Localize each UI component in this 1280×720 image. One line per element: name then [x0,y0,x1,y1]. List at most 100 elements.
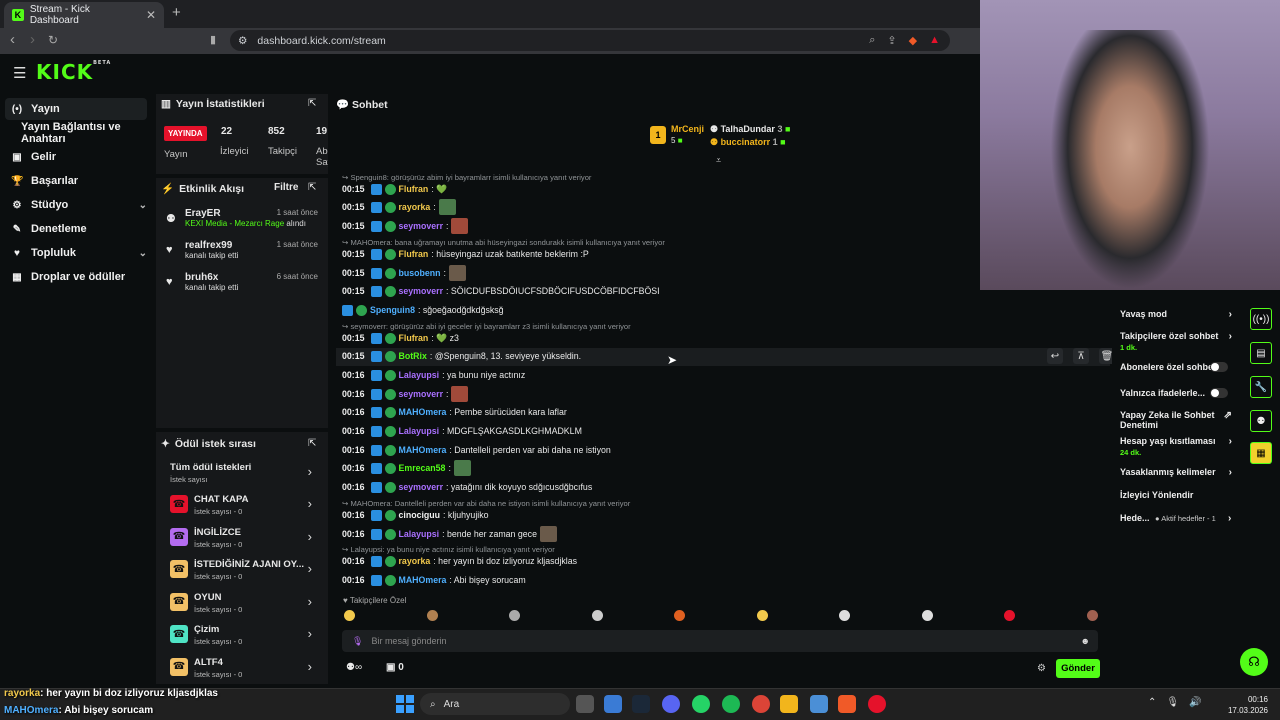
chat-message[interactable]: 00:16 MAHOmera: Dantelleli perden var abi… [342,443,611,457]
chat-username[interactable]: Spenguin8 [370,305,415,315]
chat-message[interactable]: 00:15 busobenn: [342,265,466,281]
chat-message[interactable]: 00:15 Flufran: 💚 [342,182,447,196]
chat-username[interactable]: MAHOmera [399,407,447,417]
reward-item[interactable]: ☎ CHAT KAPA İstek sayısı - 0 › [160,492,326,522]
chat-username[interactable]: Lalayupsi [399,426,440,436]
chat-username[interactable]: seymoverr [399,286,444,296]
share-icon[interactable]: ⇪ [887,34,896,47]
brave-icon[interactable] [838,695,856,713]
chat-setting-item[interactable]: Takipçilere özel sohbet 1 dk. › [1120,331,1232,352]
chat-username[interactable]: Flufran [399,333,429,343]
quick-emote-icon[interactable] [921,610,933,621]
brave-rewards-icon[interactable]: ▲ [929,34,940,47]
all-rewards-item[interactable]: Tüm ödül istekleri İstek sayısı › [160,460,326,490]
close-tab-icon[interactable]: ✕ [146,8,156,22]
chat-message[interactable]: 00:16 seymoverr: yatağını dik koyuyo sdğı… [342,480,592,494]
broadcast-tool-icon[interactable]: ((•)) [1250,308,1272,330]
reward-item[interactable]: ☎ İSTEDİĞİNİZ AJANI OY... İstek sayısı - 0… [160,557,326,587]
chat-message[interactable]: 00:16 Lalayupsi: ya bunu niye actınız [342,368,525,382]
mic-icon[interactable]: 🎙 [352,636,363,647]
zoom-icon[interactable]: ⌕ [869,34,875,47]
chat-message[interactable]: Spenguin8: sğoeğaodğdkdğsksğ [342,303,504,317]
forward-icon[interactable]: › [30,31,35,48]
app-icon[interactable] [810,695,828,713]
sidebar-item-topluluk[interactable]: ♥ Topluluk ⌄ [5,242,147,264]
chat-setting-item[interactable]: Yavaş mod › [1120,309,1232,320]
quick-emote-icon[interactable] [509,610,520,621]
windows-start-icon[interactable] [396,695,414,713]
chat-username[interactable]: Emrecan58 [399,463,446,473]
chat-message[interactable]: 00:15 rayorka: [342,199,456,215]
chat-setting-item[interactable]: Abonelere özel sohbet [1120,362,1232,372]
chat-message-input[interactable]: 🎙 Bir mesaj gönderin ☻ [342,630,1098,652]
taskbar-search[interactable]: ⌕ Ara [420,693,570,715]
toggle-switch[interactable] [1210,362,1228,372]
chat-message[interactable]: 00:16 rayorka: her yayın bi doz izliyoruz… [342,554,577,568]
emoji-picker-icon[interactable]: ☻ [1081,636,1090,646]
chat-message[interactable]: 00:16 seymoverr: [342,386,469,402]
popout-icon[interactable]: ⇱ [308,98,316,109]
users-tool-icon[interactable]: ⚉ [1250,410,1272,432]
chat-username[interactable]: busobenn [399,268,441,278]
mic-tray-icon[interactable]: 🎙 [1166,697,1179,708]
chat-message[interactable]: 00:15 Flufran: hüseyingazi uzak batıkente… [342,247,589,261]
chat-message[interactable]: 00:16 Lalayupsi: bende her zaman gece [342,526,557,542]
site-info-icon[interactable]: ⚙ [238,35,247,47]
chat-message[interactable]: 00:16 MAHOmera: Abi bişey sorucam [342,573,526,587]
chat-setting-item[interactable]: Yasaklanmış kelimeler › [1120,467,1232,478]
recording-app-icon[interactable] [868,695,886,713]
chat-username[interactable]: seymoverr [399,221,444,231]
sidebar-item-denetleme[interactable]: ✎ Denetleme [5,218,147,240]
steam-icon[interactable] [632,695,650,713]
taskbar-clock[interactable]: 00:16 17.03.2026 [1212,694,1268,716]
chat-message[interactable]: 00:15 seymoverr: [342,218,469,234]
clapper-tool-icon[interactable]: ▦ [1250,442,1272,464]
toggle-switch[interactable] [1210,388,1228,398]
task-view-icon[interactable] [576,695,594,713]
reward-item[interactable]: ☎ OYUN İstek sayısı - 0 › [160,590,326,620]
chat-username[interactable]: BotRix [399,351,427,361]
quick-emote-icon[interactable] [1086,610,1098,621]
whatsapp-icon[interactable] [692,695,710,713]
hamburger-menu-icon[interactable]: ☰ [13,64,26,82]
chat-setting-item[interactable]: Hesap yaşı kısıtlaması 24 dk. › [1120,436,1232,457]
chat-setting-item[interactable]: Hede...› [1120,513,1231,524]
sidebar-item-gelir[interactable]: ▣ Gelir [5,146,147,168]
chat-username[interactable]: Flufran [399,249,429,259]
scroll-down-icon[interactable]: ⩡ [716,155,721,166]
url-field[interactable]: ⚙ dashboard.kick.com/stream ⌕ ⇪ ◆ ▲ [230,30,950,51]
quick-emote-icon[interactable] [426,610,438,621]
send-button[interactable]: Gönder [1056,659,1100,678]
popout-icon[interactable]: ⇱ [308,182,316,193]
chat-setting-item[interactable]: Yalnızca ifadelerle... [1120,388,1232,398]
chat-settings-icon[interactable]: ⚙ [1037,663,1046,674]
chat-message[interactable]: 00:16 cinociguu: kljuhyujiko [342,508,489,522]
wrench-tool-icon[interactable]: 🔧 [1250,376,1272,398]
chat-message[interactable]: 00:15 BotRix: @Spenguin8, 13. seviyeye yü… [342,349,581,363]
quick-emote-icon[interactable] [756,610,768,621]
chrome-icon[interactable] [752,695,770,713]
volume-icon[interactable]: 🔊 [1189,697,1201,708]
sidebar-item-stream-key[interactable]: Yayın Bağlantısı ve Anahtarı [15,121,157,145]
reward-item[interactable]: ☎ ALTF4 İstek sayısı - 0 › [160,655,326,685]
quick-emote-icon[interactable] [839,610,850,621]
sidebar-item-basarilar[interactable]: 🏆 Başarılar [5,170,147,192]
quick-emote-icon[interactable] [1004,610,1015,621]
tray-chevron-icon[interactable]: ⌃ [1148,697,1156,708]
quick-emote-icon[interactable] [591,610,603,621]
quick-emote-icon[interactable] [344,610,355,621]
new-tab-button[interactable]: + [172,4,181,21]
chat-message[interactable]: 00:15 seymoverr: SÖICDUFBSDÖIUCFSDBÖCIFUS… [342,284,660,298]
chat-username[interactable]: Flufran [399,184,429,194]
browser-tab[interactable]: K Stream - Kick Dashboard ✕ [4,2,164,28]
chat-username[interactable]: rayorka [399,202,431,212]
chat-username[interactable]: Lalayupsi [399,529,440,539]
kick-logo[interactable]: KICKBETA [36,60,111,84]
layout-tool-icon[interactable]: ▤ [1250,342,1272,364]
quick-emote-icon[interactable] [674,610,685,621]
chat-username[interactable]: cinociguu [399,510,441,520]
pin-icon[interactable]: ⊼ [1073,348,1089,364]
sidebar-item-studyo[interactable]: ⚙ Stüdyo ⌄ [5,194,147,216]
popout-icon[interactable]: ⇱ [308,438,316,449]
reply-icon[interactable]: ↩ [1047,348,1063,364]
